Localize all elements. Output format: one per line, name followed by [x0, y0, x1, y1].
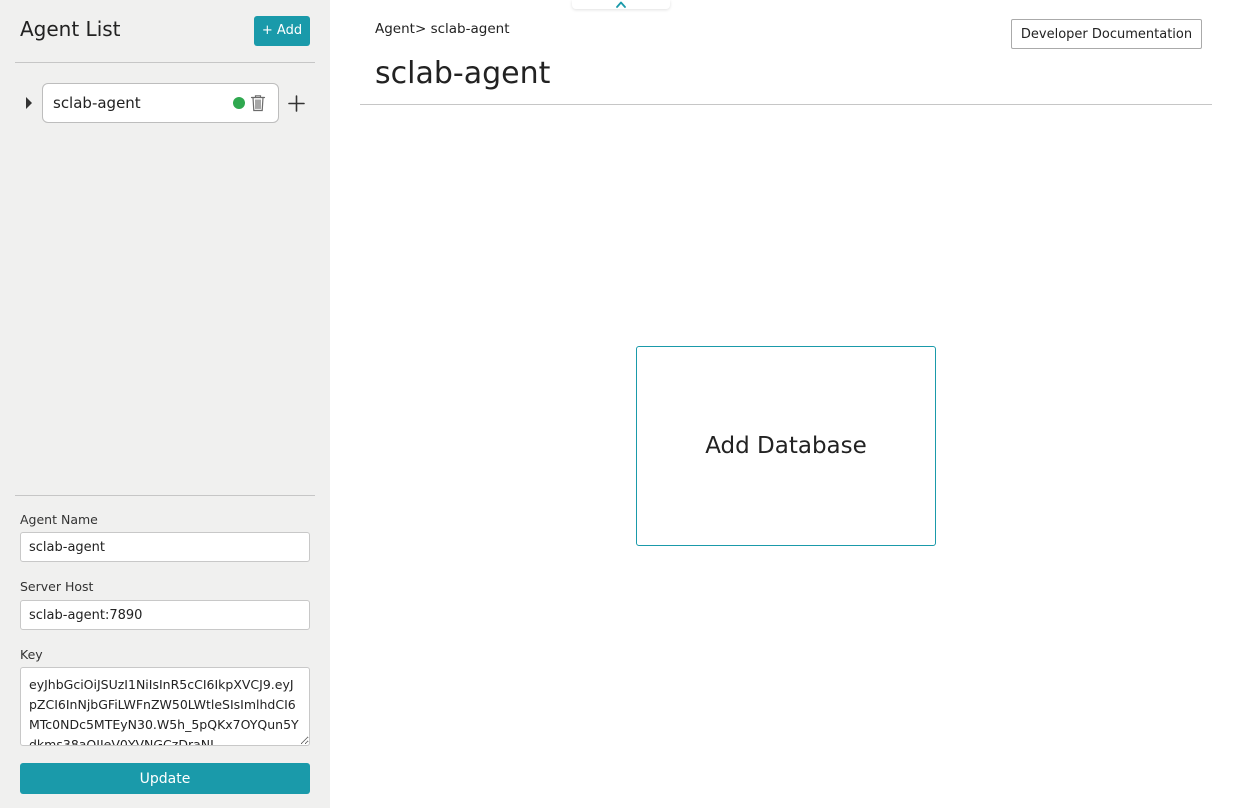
breadcrumb: Agent> sclab-agent: [375, 21, 510, 37]
agent-item-label: sclab-agent: [53, 94, 141, 112]
breadcrumb-current: sclab-agent: [430, 21, 510, 37]
trash-icon[interactable]: [250, 94, 266, 112]
key-label: Key: [20, 647, 43, 662]
agent-name-field[interactable]: [20, 532, 310, 562]
agent-sidebar: Agent List + Add sclab-agent Agent Name …: [0, 0, 330, 808]
collapse-header-tab[interactable]: [572, 0, 670, 9]
server-host-field[interactable]: [20, 600, 310, 630]
add-database-card[interactable]: Add Database: [636, 346, 936, 546]
add-agent-button[interactable]: + Add: [254, 16, 310, 46]
key-field[interactable]: eyJhbGciOiJSUzI1NiIsInR5cCI6IkpXVCJ9.eyJ…: [20, 667, 310, 746]
agent-list-item[interactable]: sclab-agent: [42, 83, 279, 123]
header-divider: [360, 104, 1212, 105]
plus-icon[interactable]: [288, 95, 305, 112]
status-indicator: [233, 97, 245, 109]
page-title: sclab-agent: [375, 56, 551, 91]
update-button[interactable]: Update: [20, 763, 310, 794]
developer-documentation-button[interactable]: Developer Documentation: [1011, 19, 1202, 49]
add-database-label: Add Database: [705, 433, 867, 459]
agent-name-label: Agent Name: [20, 512, 98, 527]
sidebar-form-divider: [15, 495, 315, 496]
breadcrumb-parent[interactable]: Agent>: [375, 21, 426, 37]
chevron-up-icon: [616, 1, 626, 8]
caret-right-icon[interactable]: [26, 97, 32, 109]
sidebar-title: Agent List: [20, 17, 121, 41]
server-host-label: Server Host: [20, 579, 94, 594]
sidebar-top-divider: [15, 62, 315, 63]
